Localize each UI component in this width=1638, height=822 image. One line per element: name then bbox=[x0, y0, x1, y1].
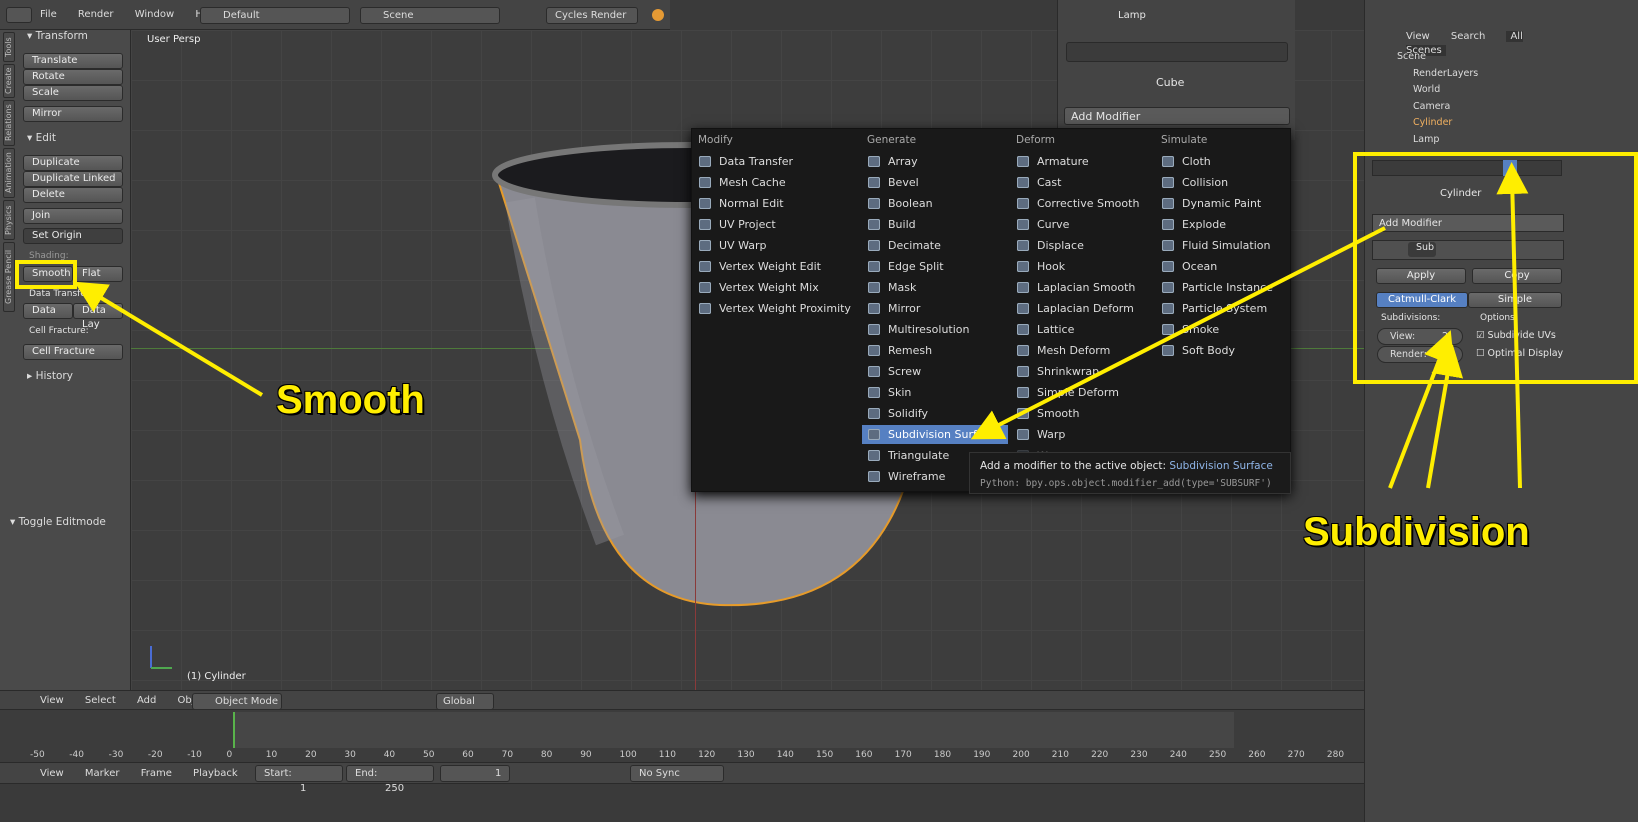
annotation-arrows bbox=[74, 162, 1529, 489]
subdivision-annotation-label: Subdivision bbox=[1303, 510, 1530, 554]
smooth-annotation-label: Smooth bbox=[276, 378, 425, 422]
